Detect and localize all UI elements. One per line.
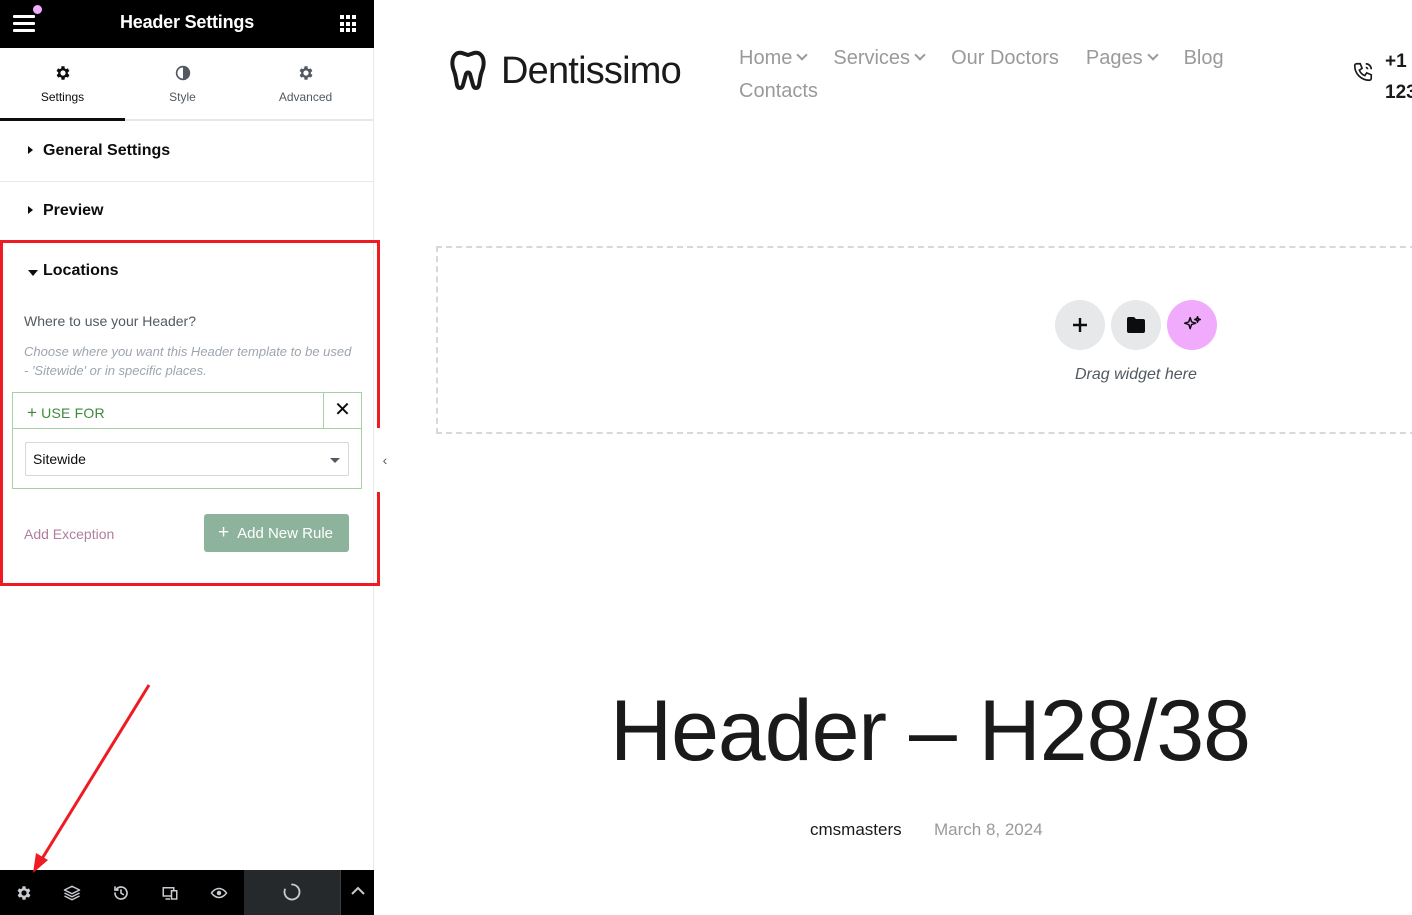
add-new-rule-label: Add New Rule — [237, 525, 333, 542]
tab-advanced-label: Advanced — [278, 90, 333, 104]
use-for-label: USE FOR — [41, 405, 105, 421]
history-icon[interactable] — [97, 870, 145, 915]
plus-icon — [1073, 318, 1087, 332]
post-author[interactable]: cmsmasters — [810, 820, 902, 840]
sparkle-icon — [1183, 316, 1201, 330]
tab-advanced[interactable]: Advanced — [243, 48, 368, 119]
phone-line-2: 123 — [1385, 82, 1412, 103]
contrast-icon — [175, 65, 190, 81]
rule-header: + USE FOR ✕ — [13, 393, 361, 429]
nav-item-pages[interactable]: Pages — [1085, 42, 1159, 75]
chevron-down-icon — [1146, 49, 1159, 61]
chevron-down-icon — [914, 49, 926, 61]
panel-footer — [0, 870, 374, 915]
plus-icon: + — [218, 522, 230, 543]
location-select-value: Sitewide — [33, 451, 86, 467]
section-general-settings[interactable]: General Settings — [0, 121, 374, 182]
preview-eye-icon[interactable] — [195, 870, 243, 915]
locations-description: Choose where you want this Header templa… — [24, 344, 352, 378]
panel-header: Header Settings — [0, 0, 374, 48]
section-general-label: General Settings — [43, 142, 171, 159]
site-logo-text[interactable]: Dentissimo — [501, 50, 682, 93]
gear-icon — [56, 66, 69, 80]
tab-settings[interactable]: Settings — [0, 48, 125, 121]
nav-item-contacts[interactable]: Contacts — [739, 75, 818, 108]
tab-settings-label: Settings — [40, 90, 85, 104]
phone-icon — [1353, 62, 1373, 82]
drag-widget-hint: Drag widget here — [1075, 366, 1197, 383]
section-preview-label: Preview — [43, 202, 104, 219]
post-date: March 8, 2024 — [934, 820, 1043, 839]
chevron-down-icon — [796, 49, 809, 61]
caret-down-icon — [330, 458, 340, 463]
phone-line-1: +1 — [1385, 51, 1407, 72]
section-locations-label[interactable]: Locations — [43, 262, 119, 280]
nav-item-services[interactable]: Services — [833, 42, 926, 75]
nav-item-blog[interactable]: Blog — [1184, 42, 1224, 75]
publish-options-button[interactable] — [340, 870, 374, 915]
add-exception-link[interactable]: Add Exception — [24, 526, 114, 542]
remove-rule-button[interactable]: ✕ — [323, 393, 361, 428]
nav-item-our-doctors[interactable]: Our Doctors — [951, 42, 1059, 75]
gear-icon — [299, 66, 312, 80]
nav-home-label: Home — [739, 47, 793, 69]
chevron-up-icon — [350, 886, 365, 895]
loading-icon — [283, 883, 301, 901]
widgets-grid-icon[interactable] — [340, 15, 358, 33]
editor-panel: Header Settings Settings Style Advanced … — [0, 0, 380, 915]
settings-icon[interactable] — [0, 870, 48, 915]
phone-number[interactable]: +1 123 — [1385, 46, 1412, 108]
page-title: Header – H28/38 — [610, 683, 1251, 779]
nav-pages-label: Pages — [1085, 47, 1143, 69]
close-icon: ✕ — [334, 399, 351, 421]
panel-title: Header Settings — [119, 12, 255, 32]
nav-item-home[interactable]: Home — [739, 42, 809, 75]
publish-button[interactable] — [244, 870, 340, 915]
location-select[interactable]: Sitewide — [25, 442, 349, 476]
folder-icon — [1127, 317, 1145, 333]
preview-canvas: Dentissimo Home Services Our Doctors Pages B… — [374, 0, 1412, 915]
nav-services-label: Services — [833, 47, 911, 69]
ai-build-button[interactable] — [1167, 300, 1217, 350]
use-for-toggle[interactable]: + USE FOR — [27, 403, 105, 423]
responsive-icon[interactable] — [146, 870, 194, 915]
tab-style-label: Style — [169, 90, 196, 104]
locations-section-highlight: Locations Where to use your Header? Choo… — [0, 240, 380, 586]
caret-right-icon — [28, 146, 33, 154]
locations-question: Where to use your Header? — [24, 313, 196, 329]
add-section-button[interactable] — [1055, 300, 1105, 350]
tab-style[interactable]: Style — [120, 48, 245, 119]
add-template-button[interactable] — [1111, 300, 1161, 350]
panel-tabs: Settings Style Advanced — [0, 48, 374, 121]
caret-down-icon — [28, 270, 38, 276]
section-preview[interactable]: Preview — [0, 181, 374, 242]
plus-icon: + — [27, 403, 38, 422]
tooth-logo-icon[interactable] — [448, 50, 488, 92]
main-navigation: Home Services Our Doctors Pages Blog Contacts — [739, 42, 1299, 108]
add-new-rule-button[interactable]: + Add New Rule — [204, 514, 349, 552]
caret-right-icon — [28, 206, 33, 214]
widget-drop-zone[interactable]: Drag widget here — [436, 246, 1412, 434]
location-rule: + USE FOR ✕ Sitewide — [12, 392, 362, 489]
layers-icon[interactable] — [48, 870, 96, 915]
